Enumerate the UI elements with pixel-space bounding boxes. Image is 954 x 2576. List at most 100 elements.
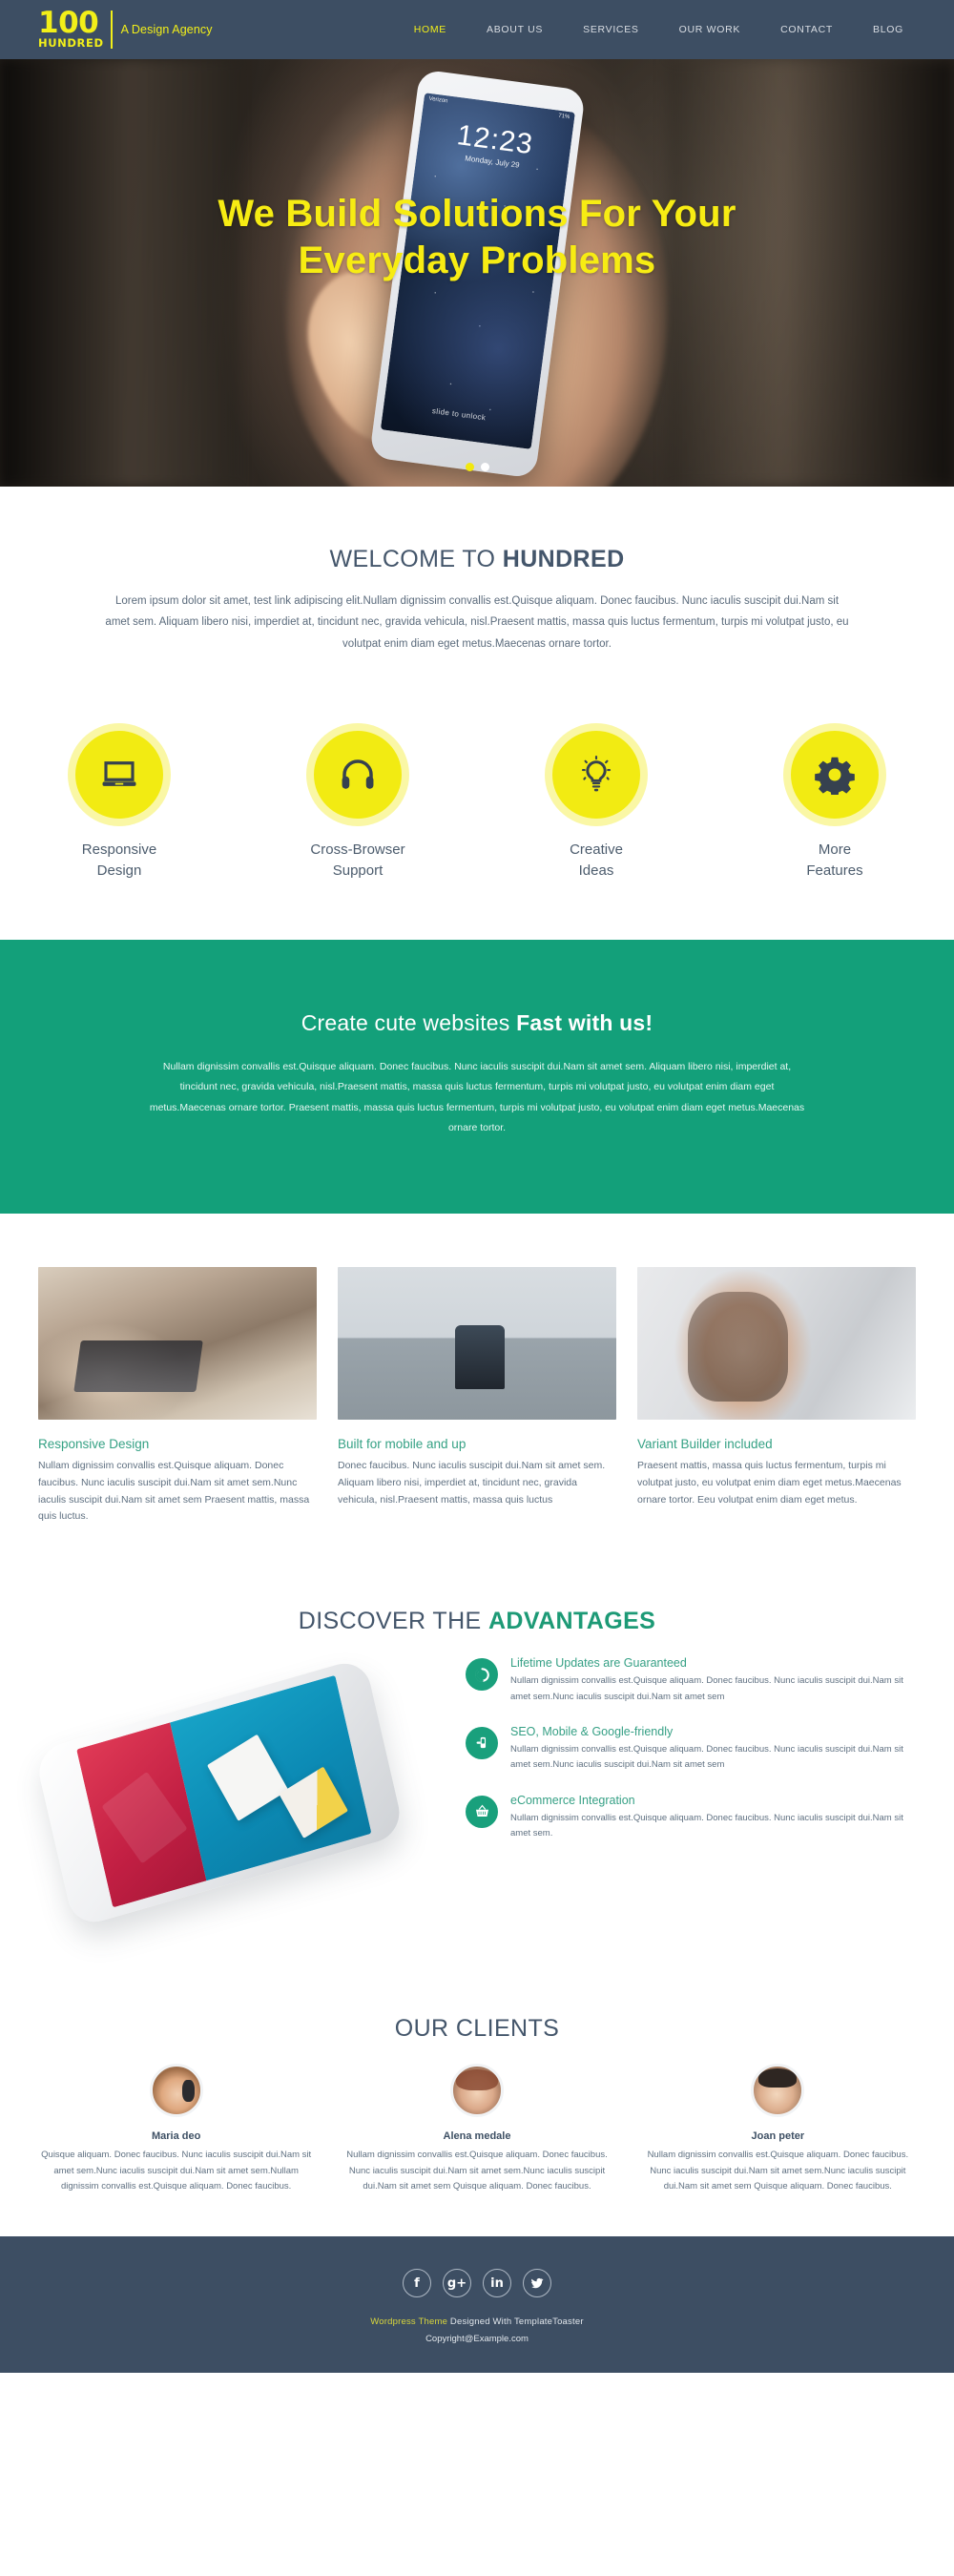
nav-item-contact[interactable]: CONTACT: [760, 24, 853, 35]
portfolio-card-responsive-design[interactable]: Responsive Design Nullam dignissim conva…: [38, 1266, 317, 1526]
nav-item-blog[interactable]: BLOG: [853, 24, 923, 35]
advantages-header: DISCOVER THE ADVANTAGES: [38, 1608, 916, 1635]
features-section: Responsive Design Cross-Browser Support: [0, 712, 954, 940]
nav-item-home[interactable]: HOME: [394, 24, 467, 35]
feature-icon-circle: [314, 731, 402, 820]
social-links: f g+ in: [38, 2269, 916, 2298]
portfolio-image: [637, 1266, 916, 1420]
client-name: Alena medale: [443, 2130, 511, 2143]
clients-grid: Maria deo Quisque aliquam. Donec faucibu…: [38, 2064, 916, 2194]
lightbulb-icon: [581, 756, 612, 792]
portfolio-card-title: Built for mobile and up: [338, 1436, 467, 1451]
advantages-body: Lifetime Updates are Guaranteed Nullam d…: [33, 1652, 916, 1939]
feature-creative-ideas[interactable]: Creative Ideas: [477, 731, 716, 881]
phone-status-bar: Verizon 71%: [424, 93, 575, 121]
portfolio-grid: Responsive Design Nullam dignissim conva…: [38, 1266, 916, 1526]
portfolio-section: Responsive Design Nullam dignissim conva…: [0, 1214, 954, 1566]
twitter-icon[interactable]: [523, 2269, 551, 2298]
clients-section: OUR CLIENTS Maria deo Quisque aliquam. D…: [0, 1977, 954, 2236]
feature-label-line1: Creative: [570, 841, 623, 859]
main-navigation: HOME ABOUT US SERVICES OUR WORK CONTACT …: [394, 24, 923, 35]
client-testimonial-alena-medale: Alena medale Nullam dignissim convallis …: [339, 2064, 614, 2194]
brand-number: 100: [38, 6, 99, 41]
welcome-title-bold: HUNDRED: [502, 546, 625, 572]
advantage-icon-wrap: [466, 1726, 498, 1759]
cta-title-normal: Create cute websites: [301, 1009, 517, 1035]
brand-mark: 100 HUNDRED: [38, 6, 104, 51]
advantage-text: Lifetime Updates are Guaranteed Nullam d…: [510, 1656, 916, 1705]
nav-item-about-us[interactable]: ABOUT US: [467, 24, 563, 35]
advantage-item-seo-mobile-google[interactable]: SEO, Mobile & Google-friendly Nullam dig…: [466, 1725, 916, 1774]
portfolio-card-built-for-mobile[interactable]: Built for mobile and up Donec faucibus. …: [338, 1266, 616, 1526]
avatar: [149, 2064, 203, 2118]
carousel-dot-1[interactable]: [465, 463, 474, 471]
portfolio-card-copy: Nullam dignissim convallis est.Quisque a…: [38, 1459, 310, 1523]
hero-carousel-dots: [0, 463, 954, 471]
footer-credit: Wordpress Theme Designed With TemplateTo…: [38, 2316, 916, 2327]
cta-title: Create cute websites Fast with us!: [38, 1010, 916, 1036]
client-testimonial-copy: Quisque aliquam. Donec faucibus. Nunc ia…: [41, 2150, 312, 2192]
advantage-item-ecommerce-integration[interactable]: eCommerce Integration Nullam dignissim c…: [466, 1794, 916, 1842]
portfolio-card-variant-builder[interactable]: Variant Builder included Praesent mattis…: [637, 1266, 916, 1526]
portfolio-image: [38, 1266, 317, 1420]
brand-logo[interactable]: 100 HUNDRED A Design Agency: [38, 6, 213, 51]
feature-cross-browser-support[interactable]: Cross-Browser Support: [238, 731, 477, 881]
headphones-icon: [342, 759, 374, 789]
feature-label-line2: Design: [96, 862, 142, 879]
feature-label: More Features: [716, 840, 954, 881]
footer-credit-highlight[interactable]: Wordpress Theme: [370, 2316, 447, 2327]
nav-item-our-work[interactable]: OUR WORK: [659, 24, 761, 35]
portfolio-card-title: Responsive Design: [38, 1436, 150, 1451]
client-testimonial-copy: Nullam dignissim convallis est.Quisque a…: [647, 2150, 909, 2192]
portfolio-image: [338, 1266, 616, 1420]
facebook-icon[interactable]: f: [403, 2269, 431, 2298]
google-plus-icon[interactable]: g+: [443, 2269, 471, 2298]
advantage-title: SEO, Mobile & Google-friendly: [510, 1724, 674, 1738]
feature-label: Cross-Browser Support: [238, 840, 477, 881]
advantages-list: Lifetime Updates are Guaranteed Nullam d…: [466, 1652, 916, 1861]
feature-label-line1: Cross-Browser: [310, 841, 405, 859]
cta-paragraph: Nullam dignissim convallis est.Quisque a…: [149, 1060, 805, 1134]
hand-pointer-icon: [476, 1737, 486, 1749]
feature-label-line2: Support: [332, 862, 384, 879]
feature-responsive-design[interactable]: Responsive Design: [0, 731, 238, 881]
shopping-basket-icon: [475, 1804, 488, 1818]
feature-icon-circle: [552, 731, 640, 820]
hero-banner: Verizon 71% 12:23 Monday, July 29 slide …: [0, 59, 954, 487]
advantages-title: DISCOVER THE ADVANTAGES: [38, 1608, 916, 1635]
advantages-section: DISCOVER THE ADVANTAGES Lifetime Updates…: [0, 1566, 954, 1977]
phone-carrier: Verizon: [428, 95, 448, 105]
cta-section: Create cute websites Fast with us! Nulla…: [0, 939, 954, 1214]
nav-item-services[interactable]: SERVICES: [563, 24, 659, 35]
carousel-dot-2[interactable]: [480, 463, 489, 471]
advantage-title: Lifetime Updates are Guaranteed: [510, 1656, 687, 1671]
brand-tagline: A Design Agency: [120, 23, 213, 36]
brand-word: HUNDRED: [38, 36, 104, 51]
clients-title: OUR CLIENTS: [394, 2015, 560, 2043]
phone-date: Monday, July 29: [464, 154, 521, 170]
advantages-title-normal: DISCOVER THE: [298, 1608, 488, 1635]
portfolio-card-title: Variant Builder included: [637, 1436, 773, 1451]
advantages-title-accent: ADVANTAGES: [487, 1608, 656, 1635]
footer-credit-rest: Designed With TemplateToaster: [447, 2316, 584, 2328]
client-testimonial-maria-deo: Maria deo Quisque aliquam. Donec faucibu…: [38, 2064, 314, 2194]
feature-more-features[interactable]: More Features: [716, 731, 954, 881]
advantage-title: eCommerce Integration: [510, 1793, 635, 1807]
feature-label-line2: Features: [806, 862, 863, 879]
tilted-phone: [33, 1656, 405, 1929]
welcome-title-normal: WELCOME TO: [329, 546, 503, 572]
feature-label: Creative Ideas: [477, 840, 716, 881]
portfolio-card-copy: Praesent mattis, massa quis luctus ferme…: [637, 1459, 902, 1506]
phone-screen-blue-panel: [169, 1675, 372, 1881]
cta-title-bold: Fast with us!: [516, 1009, 653, 1035]
advantage-copy: Nullam dignissim convallis est.Quisque a…: [510, 1675, 903, 1702]
advantage-copy: Nullam dignissim convallis est.Quisque a…: [510, 1812, 903, 1839]
twitter-bird-icon: [531, 2278, 544, 2289]
advantage-item-lifetime-updates[interactable]: Lifetime Updates are Guaranteed Nullam d…: [466, 1656, 916, 1705]
client-name: Maria deo: [151, 2130, 201, 2143]
client-testimonial-joan-peter: Joan peter Nullam dignissim convallis es…: [640, 2064, 916, 2194]
hero-title-line-1: We Build Solutions For Your: [218, 193, 736, 235]
welcome-title: WELCOME TO HUNDRED: [38, 546, 916, 573]
client-testimonial-copy: Nullam dignissim convallis est.Quisque a…: [346, 2150, 608, 2192]
linkedin-icon[interactable]: in: [483, 2269, 511, 2298]
